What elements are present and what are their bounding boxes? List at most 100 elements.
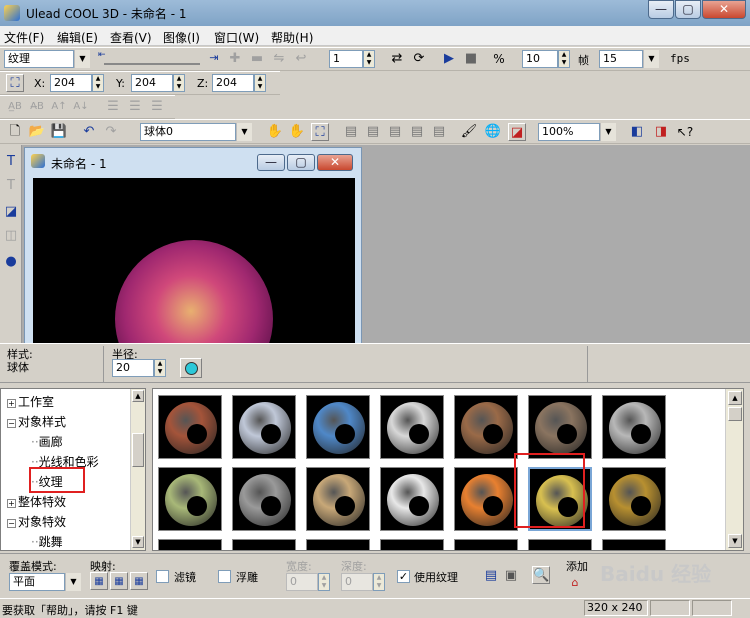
white-brick-texture[interactable]: [380, 395, 444, 459]
tree-scrollbar[interactable]: ▲ ▼: [130, 389, 145, 550]
layer-icon[interactable]: ▤: [364, 123, 382, 141]
menu-edit[interactable]: 编辑(E): [57, 29, 98, 46]
help-cursor-icon[interactable]: ↖?: [676, 123, 694, 141]
menu-file[interactable]: 文件(F): [4, 29, 44, 46]
layer-icon[interactable]: ▤: [342, 123, 360, 141]
texture-thumbnail-partial[interactable]: [528, 539, 592, 550]
tree-item-object-style[interactable]: − 对象样式: [1, 413, 66, 430]
doc-minimize-button[interactable]: —: [257, 154, 285, 171]
chevron-down-icon[interactable]: ▼: [643, 50, 659, 68]
loop-icon[interactable]: ⇄: [388, 50, 406, 68]
layer-icon[interactable]: ▤: [386, 123, 404, 141]
maximize-button[interactable]: ▢: [675, 0, 701, 19]
globe-icon[interactable]: 🌐: [484, 123, 502, 141]
emboss-checkbox[interactable]: [218, 570, 231, 583]
radius-field[interactable]: 20: [112, 359, 154, 377]
add-label[interactable]: 添加: [566, 558, 588, 574]
sphere-object[interactable]: [115, 240, 273, 344]
tree-item-gallery[interactable]: ··画廊: [31, 433, 63, 450]
chart-view-icon[interactable]: ◪: [508, 123, 526, 141]
texture-thumbnail-partial[interactable]: [602, 539, 666, 550]
search-icon[interactable]: 🔍: [532, 566, 550, 584]
brown-brick-texture[interactable]: [454, 395, 518, 459]
brush-icon[interactable]: 🖌: [460, 123, 478, 141]
texture-thumbnail-partial[interactable]: [158, 539, 222, 550]
position-mode-icon[interactable]: ⛶: [311, 123, 329, 141]
texture-thumbnail-partial[interactable]: [454, 539, 518, 550]
gray-granite-texture[interactable]: [232, 467, 296, 531]
chevron-down-icon[interactable]: ▼: [74, 50, 90, 68]
frames-stepper[interactable]: ▲ ▼: [558, 50, 570, 68]
insert-graphic-icon[interactable]: ◪: [2, 203, 20, 221]
total-frames-field[interactable]: 10: [522, 50, 558, 68]
filter-checkbox[interactable]: [156, 570, 169, 583]
y-stepper[interactable]: ▲ ▼: [173, 74, 185, 92]
play-icon[interactable]: ▶: [440, 50, 458, 68]
texture-image-icon[interactable]: ▤: [482, 567, 500, 585]
texture-thumbnail-partial[interactable]: [232, 539, 296, 550]
layer-icon[interactable]: ▤: [430, 123, 448, 141]
save-icon[interactable]: 💾: [50, 123, 68, 141]
current-frame-field[interactable]: 1: [329, 50, 363, 68]
texture-thumbnail-partial[interactable]: [380, 539, 444, 550]
y-field[interactable]: 204: [131, 74, 173, 92]
end-marker-icon[interactable]: ⇥: [205, 49, 223, 67]
z-field[interactable]: 204: [212, 74, 254, 92]
render-canvas[interactable]: [33, 178, 355, 344]
timeline-slider[interactable]: ⇤: [98, 50, 204, 70]
menu-window[interactable]: 窗口(W): [214, 29, 259, 46]
insert-text-icon[interactable]: T: [2, 153, 20, 171]
mapping-icon[interactable]: ▦: [110, 572, 128, 590]
doc-close-button[interactable]: ✕: [317, 154, 353, 171]
texture-save-icon[interactable]: ▣: [502, 567, 520, 585]
mapping-icon[interactable]: ▦: [130, 572, 148, 590]
green-marble-texture[interactable]: [158, 467, 222, 531]
color-button[interactable]: [180, 358, 202, 378]
zoom-select[interactable]: 100%: [538, 123, 600, 141]
object-select[interactable]: 球体0: [140, 123, 236, 141]
frame-stepper[interactable]: ▲ ▼: [363, 50, 375, 68]
tan-stone-texture[interactable]: [306, 467, 370, 531]
texture-thumbnail-partial[interactable]: [306, 539, 370, 550]
mapping-icon[interactable]: ▦: [90, 572, 108, 590]
x-stepper[interactable]: ▲ ▼: [92, 74, 104, 92]
use-texture-checkbox[interactable]: ✓: [397, 570, 410, 583]
chevron-down-icon[interactable]: ▼: [236, 123, 252, 141]
z-stepper[interactable]: ▲ ▼: [254, 74, 266, 92]
bronze-texture[interactable]: [602, 467, 666, 531]
menu-help[interactable]: 帮助(H): [271, 29, 313, 46]
undo-icon[interactable]: ↶: [80, 123, 98, 141]
chevron-down-icon[interactable]: ▼: [65, 573, 81, 591]
blue-stone-texture[interactable]: [306, 395, 370, 459]
position-mode-icon[interactable]: ⛶: [6, 74, 24, 92]
minimize-button[interactable]: —: [648, 0, 674, 19]
chevron-down-icon[interactable]: ▼: [600, 123, 616, 141]
chrome-texture[interactable]: [380, 467, 444, 531]
insert-geometry-icon[interactable]: ●: [2, 253, 20, 271]
rotate-hand-icon[interactable]: ✋: [288, 123, 306, 141]
tree-item-object-effects[interactable]: − 对象特效: [1, 513, 66, 530]
x-field[interactable]: 204: [50, 74, 92, 92]
close-button[interactable]: ✕: [702, 0, 746, 19]
percent-icon[interactable]: %: [490, 50, 508, 68]
tree-item-dance[interactable]: ··跳舞: [31, 533, 63, 550]
repeat-icon[interactable]: ⟳: [410, 50, 428, 68]
new-file-icon[interactable]: 🗋: [6, 123, 24, 141]
tree-item-studio[interactable]: + 工作室: [1, 393, 54, 410]
brown-rock-texture[interactable]: [528, 395, 592, 459]
silver-wrinkle-texture[interactable]: [602, 395, 666, 459]
add-to-gallery-icon[interactable]: ⌂: [566, 574, 584, 592]
render-icon[interactable]: ◨: [652, 123, 670, 141]
menu-view[interactable]: 查看(V): [110, 29, 152, 46]
category-select[interactable]: 纹理: [4, 50, 74, 68]
doc-restore-button[interactable]: ▢: [287, 154, 315, 171]
move-hand-icon[interactable]: ✋: [266, 123, 284, 141]
tree-item-global-effects[interactable]: + 整体特效: [1, 493, 66, 510]
radius-stepper[interactable]: ▲ ▼: [154, 359, 166, 377]
orange-plastic-texture[interactable]: [454, 467, 518, 531]
menu-image[interactable]: 图像(I): [163, 29, 200, 46]
fps-field[interactable]: 15: [599, 50, 643, 68]
brick-red-texture[interactable]: [158, 395, 222, 459]
mode-select[interactable]: 平面: [9, 573, 65, 591]
stop-icon[interactable]: ■: [462, 50, 480, 68]
